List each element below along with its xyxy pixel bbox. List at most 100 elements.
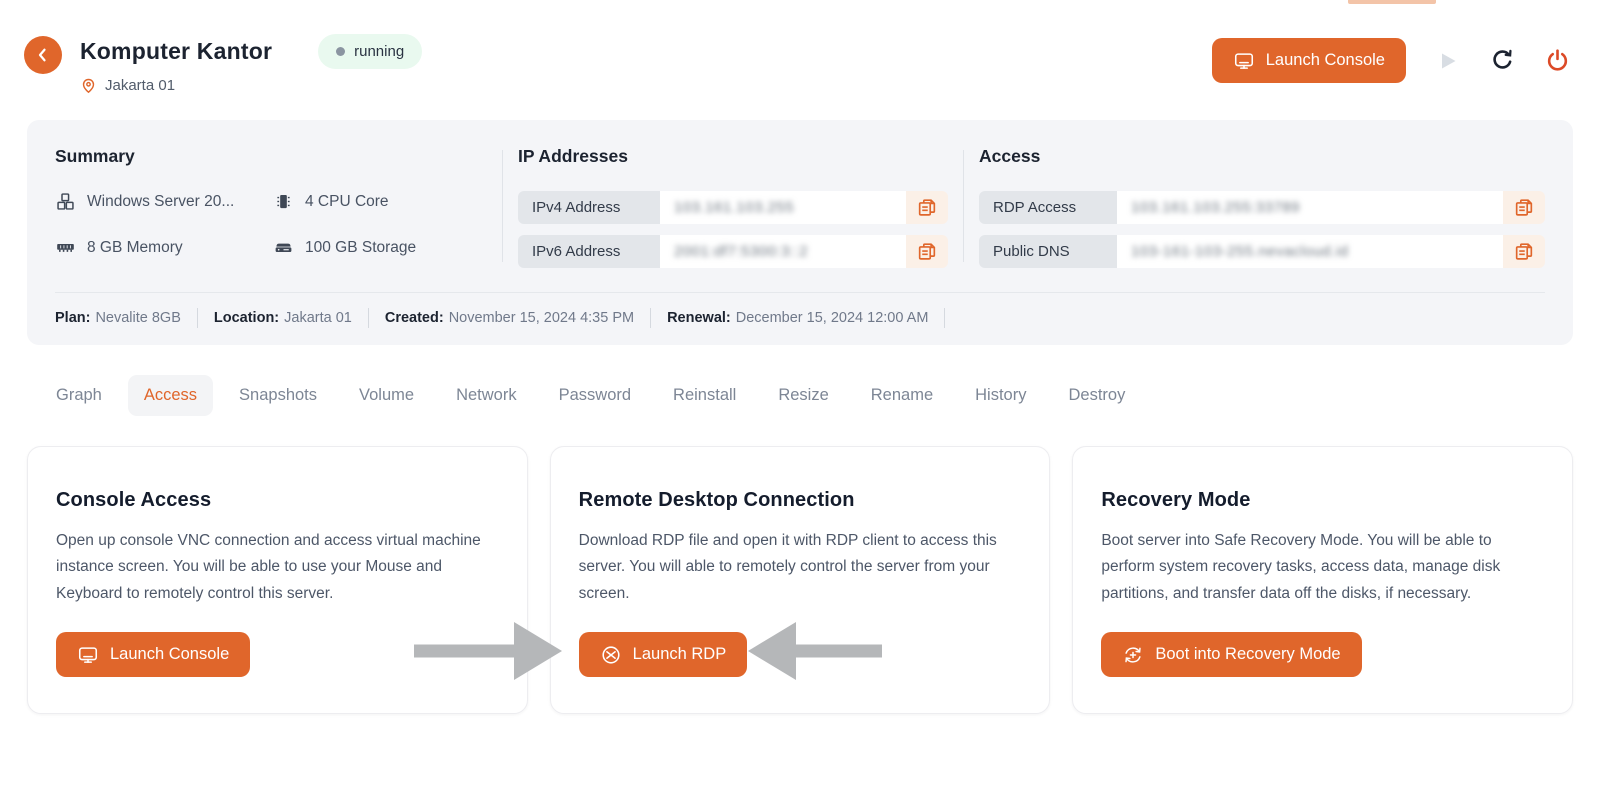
access-title: Access: [979, 146, 1545, 167]
storage-icon: [273, 237, 294, 258]
power-off-button[interactable]: [1545, 48, 1570, 73]
restart-server-button[interactable]: [1490, 48, 1515, 73]
meta-divider: [197, 308, 198, 328]
top-partial-element: [1348, 0, 1436, 4]
public-dns-row: Public DNS 103-161-103-255.nevacloud.id: [979, 235, 1545, 268]
refresh-icon: [1490, 48, 1515, 73]
memory-icon: [55, 237, 76, 258]
rdp-access-row: RDP Access 103.161.103.255:33789: [979, 191, 1545, 224]
tab-resize[interactable]: Resize: [762, 375, 844, 416]
ip-addresses-section: IP Addresses IPv4 Address 103.161.103.25…: [518, 146, 948, 268]
recovery-cycle-icon: [1122, 644, 1144, 666]
monitor-icon: [77, 644, 99, 666]
card-description: Open up console VNC connection and acces…: [56, 528, 499, 607]
meta-renewal: Renewal:December 15, 2024 12:00 AM: [667, 310, 928, 326]
button-label: Boot into Recovery Mode: [1155, 645, 1340, 664]
server-tabs: Graph Access Snapshots Volume Network Pa…: [40, 375, 1600, 416]
card-title: Console Access: [56, 489, 499, 512]
tab-volume[interactable]: Volume: [343, 375, 430, 416]
spec-storage: 100 GB Storage: [273, 237, 487, 258]
play-icon: [1436, 49, 1460, 73]
spec-label: 100 GB Storage: [305, 239, 416, 257]
ipv6-value: 2001:df7:5300:3::2: [660, 235, 906, 268]
monitor-icon: [1233, 50, 1255, 72]
boot-recovery-button[interactable]: Boot into Recovery Mode: [1101, 632, 1361, 677]
status-badge: running: [318, 34, 422, 69]
tab-access[interactable]: Access: [128, 375, 213, 416]
card-description: Boot server into Safe Recovery Mode. You…: [1101, 528, 1544, 607]
status-dot-icon: [336, 47, 345, 56]
ip-addresses-title: IP Addresses: [518, 146, 948, 167]
meta-divider: [368, 308, 369, 328]
launch-console-label: Launch Console: [1266, 51, 1385, 70]
meta-created: Created:November 15, 2024 4:35 PM: [385, 310, 634, 326]
status-badge-label: running: [354, 43, 404, 60]
vertical-divider: [502, 150, 503, 262]
copy-ipv6-button[interactable]: [906, 235, 948, 268]
rdp-access-label: RDP Access: [979, 191, 1117, 224]
start-server-button[interactable]: [1436, 49, 1460, 73]
copy-icon: [1513, 241, 1535, 263]
spec-os: Windows Server 20...: [55, 191, 273, 212]
annotation-arrow-left: [414, 612, 564, 690]
copy-dns-button[interactable]: [1503, 235, 1545, 268]
ipv4-value: 103.161.103.255: [660, 191, 906, 224]
meta-plan: Plan:Nevalite 8GB: [55, 310, 181, 326]
spec-label: Windows Server 20...: [87, 193, 234, 211]
meta-divider: [944, 308, 945, 328]
summary-section: Summary Windows Server 20... 4 CPU Core: [55, 146, 487, 268]
spec-label: 8 GB Memory: [87, 239, 183, 257]
spec-cpu: 4 CPU Core: [273, 191, 487, 212]
access-section: Access RDP Access 103.161.103.255:33789 …: [979, 146, 1545, 268]
ipv6-row: IPv6 Address 2001:df7:5300:3::2: [518, 235, 948, 268]
back-button[interactable]: [24, 36, 62, 74]
location-pin-icon: [80, 77, 97, 94]
public-dns-value: 103-161-103-255.nevacloud.id: [1117, 235, 1503, 268]
card-title: Recovery Mode: [1101, 489, 1544, 512]
public-dns-label: Public DNS: [979, 235, 1117, 268]
ipv4-row: IPv4 Address 103.161.103.255: [518, 191, 948, 224]
copy-icon: [1513, 197, 1535, 219]
tab-rename[interactable]: Rename: [855, 375, 949, 416]
power-icon: [1545, 48, 1570, 73]
copy-icon: [916, 241, 938, 263]
page-title: Komputer Kantor: [80, 38, 272, 65]
annotation-arrow-right: [748, 612, 882, 690]
tab-history[interactable]: History: [959, 375, 1042, 416]
vertical-divider: [963, 150, 964, 262]
header: Komputer Kantor running Jakarta 01 Launc…: [0, 0, 1600, 94]
button-label: Launch RDP: [633, 645, 727, 664]
rdp-access-value: 103.161.103.255:33789: [1117, 191, 1503, 224]
server-summary-panel: Summary Windows Server 20... 4 CPU Core: [27, 120, 1573, 345]
tab-destroy[interactable]: Destroy: [1052, 375, 1141, 416]
plan-meta-row: Plan:Nevalite 8GB Location:Jakarta 01 Cr…: [55, 292, 1545, 345]
tab-password[interactable]: Password: [543, 375, 647, 416]
chevron-left-icon: [34, 46, 52, 64]
card-title: Remote Desktop Connection: [579, 489, 1022, 512]
copy-rdp-button[interactable]: [1503, 191, 1545, 224]
meta-location: Location:Jakarta 01: [214, 310, 352, 326]
copy-icon: [916, 197, 938, 219]
rdp-circle-x-icon: [600, 644, 622, 666]
button-label: Launch Console: [110, 645, 229, 664]
tab-graph[interactable]: Graph: [40, 375, 118, 416]
tab-reinstall[interactable]: Reinstall: [657, 375, 752, 416]
launch-console-card-button[interactable]: Launch Console: [56, 632, 250, 677]
spec-memory: 8 GB Memory: [55, 237, 273, 258]
server-location: Jakarta 01: [80, 77, 422, 94]
summary-title: Summary: [55, 146, 487, 167]
copy-ipv4-button[interactable]: [906, 191, 948, 224]
os-cubes-icon: [55, 191, 76, 212]
ipv4-label: IPv4 Address: [518, 191, 660, 224]
location-label: Jakarta 01: [105, 77, 175, 94]
ipv6-label: IPv6 Address: [518, 235, 660, 268]
launch-console-header-button[interactable]: Launch Console: [1212, 38, 1406, 83]
spec-label: 4 CPU Core: [305, 193, 389, 211]
recovery-mode-card: Recovery Mode Boot server into Safe Reco…: [1072, 446, 1573, 714]
cpu-icon: [273, 191, 294, 212]
tab-snapshots[interactable]: Snapshots: [223, 375, 333, 416]
card-description: Download RDP file and open it with RDP c…: [579, 528, 1022, 607]
tab-network[interactable]: Network: [440, 375, 533, 416]
meta-divider: [650, 308, 651, 328]
launch-rdp-button[interactable]: Launch RDP: [579, 632, 748, 677]
